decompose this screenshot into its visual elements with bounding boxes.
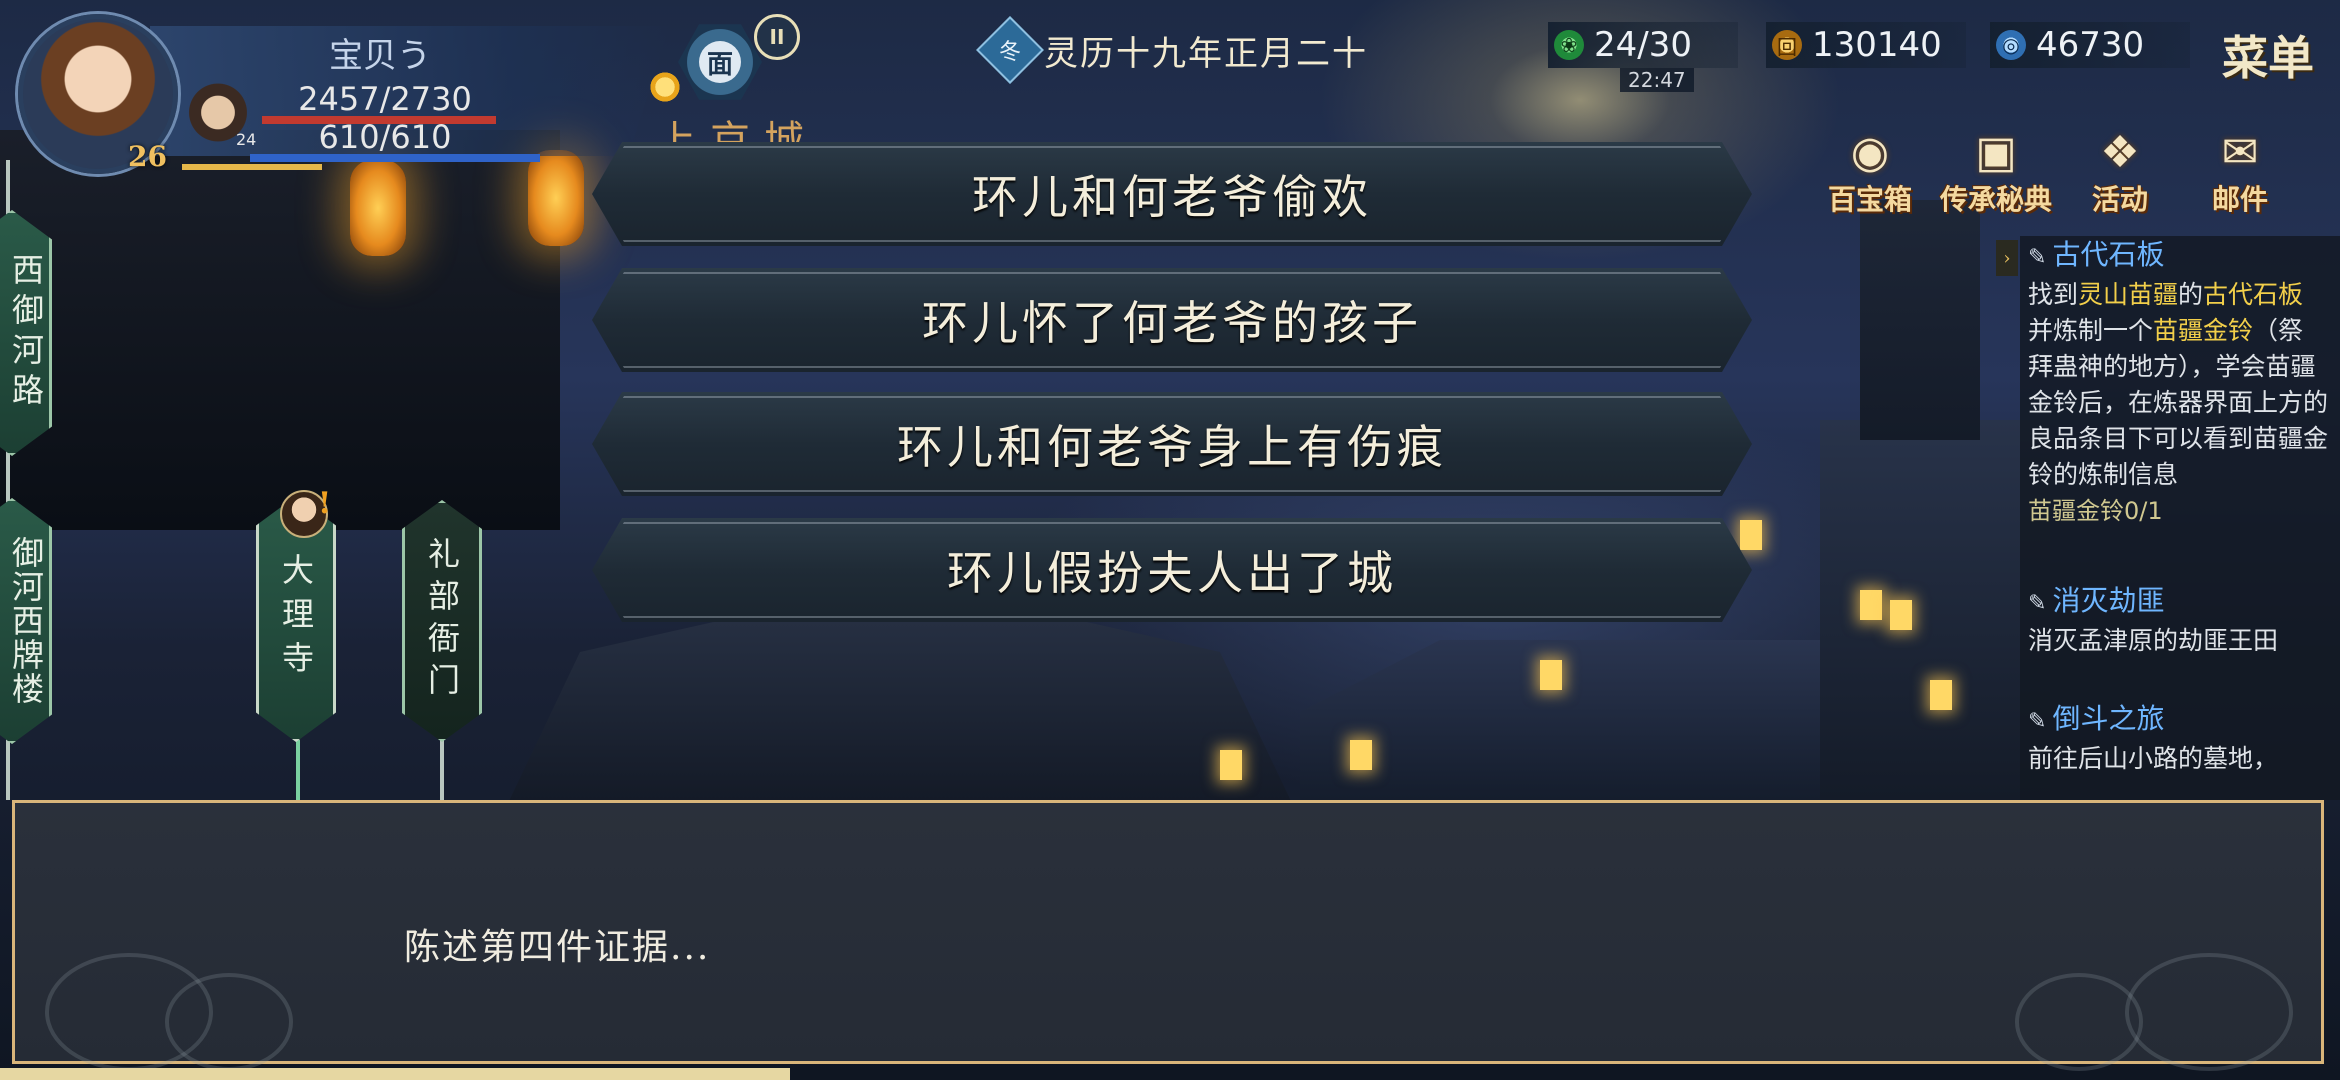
spirit-counter[interactable]: ◎ 46730 xyxy=(1990,22,2190,68)
mail-button[interactable]: ✉ 邮件 xyxy=(2180,120,2300,220)
treasure-box-icon: ◉ xyxy=(1850,126,1890,178)
chevron-right-icon: › xyxy=(2003,247,2011,269)
choice-option-1[interactable]: 环儿和何老爷偷欢 xyxy=(592,142,1752,246)
quest-description: 消灭孟津原的劫匪王田 xyxy=(2028,626,2279,655)
cloud-ornament xyxy=(2015,973,2143,1071)
dialogue-box[interactable] xyxy=(12,800,2324,1071)
quest-description: 找到灵山苗疆的古代石板并炼制一个苗疆金铃（祭拜蛊神的地方），学会苗疆金铃后，在炼… xyxy=(2028,280,2329,489)
treasure-box-button[interactable]: ◉ 百宝箱 xyxy=(1810,120,1930,220)
game-screen: 26 24 宝贝う 2457/2730 610/610 面 II 上京城 冬 灵… xyxy=(0,0,2340,1080)
exp-bar xyxy=(182,164,322,170)
quest-title: 倒斗之旅 xyxy=(2052,702,2165,735)
quest-description: 前往后山小路的墓地， xyxy=(2028,744,2279,773)
player-level: 26 xyxy=(128,140,167,173)
pause-button[interactable]: II xyxy=(754,14,800,60)
coin-icon: 回 xyxy=(1772,30,1802,60)
quest-progress: 苗疆金铃0/1 xyxy=(2028,497,2163,525)
gift-icon: ❖ xyxy=(2100,126,2140,178)
choice-option-2[interactable]: 环儿怀了何老爷的孩子 xyxy=(592,268,1752,372)
quest-tracker: ✎ 古代石板 找到灵山苗疆的古代石板并炼制一个苗疆金铃（祭拜蛊神的地方），学会苗疆… xyxy=(2020,236,2340,800)
choice-option-3[interactable]: 环儿和何老爷身上有伤痕 xyxy=(592,392,1752,496)
signpost-label: 礼部衙门 xyxy=(423,537,461,705)
mp-text: 610/610 xyxy=(318,118,452,156)
companion-level: 24 xyxy=(236,130,257,149)
season-label: 冬 xyxy=(998,39,1022,65)
choice-text: 环儿假扮夫人出了城 xyxy=(947,546,1397,600)
choice-text: 环儿怀了何老爷的孩子 xyxy=(922,296,1422,350)
quest-item[interactable]: ✎ 倒斗之旅 前往后山小路的墓地， xyxy=(2028,700,2328,777)
signpost-label: 御河西牌楼 xyxy=(7,536,45,706)
quest-feather-icon: ✎ xyxy=(2028,709,2047,734)
clock-time: 22:47 xyxy=(1620,68,1694,92)
mp-bar xyxy=(250,154,540,162)
signpost-pole xyxy=(440,740,444,800)
menu-button[interactable]: 菜单 xyxy=(2222,22,2314,88)
scroll-book-button[interactable]: ▣ 传承秘典 xyxy=(1936,120,2056,220)
quest-feather-icon: ✎ xyxy=(2028,245,2047,270)
stamina-value: 24/30 xyxy=(1594,25,1692,65)
calendar-date: 灵历十九年正月二十 xyxy=(1044,34,1368,74)
choice-option-4[interactable]: 环儿假扮夫人出了城 xyxy=(592,518,1752,622)
signpost-libu-yamen[interactable]: 礼部衙门 xyxy=(402,500,482,742)
quest-title: 古代石板 xyxy=(2052,238,2165,271)
sun-icon xyxy=(648,70,682,104)
rank-badge-label: 面 xyxy=(699,41,741,83)
progress-strip xyxy=(0,1068,790,1080)
treasure-box-label: 百宝箱 xyxy=(1827,183,1912,216)
spirit-icon: ◎ xyxy=(1996,30,2026,60)
quest-title: 消灭劫匪 xyxy=(2052,584,2165,617)
dialogue-text: 陈述第四件证据... xyxy=(404,927,711,968)
quest-item[interactable]: ✎ 古代石板 找到灵山苗疆的古代石板并炼制一个苗疆金铃（祭拜蛊神的地方），学会苗疆… xyxy=(2028,236,2328,529)
quest-feather-icon: ✎ xyxy=(2028,591,2047,616)
scroll-book-icon: ▣ xyxy=(1975,126,2017,178)
choice-text: 环儿和何老爷偷欢 xyxy=(972,170,1372,224)
signpost-xiyuhe-road[interactable]: 西御河路 xyxy=(0,210,52,456)
quest-item[interactable]: ✎ 消灭劫匪 消灭孟津原的劫匪王田 xyxy=(2028,582,2328,659)
cloud-ornament xyxy=(2125,953,2293,1071)
events-button[interactable]: ❖ 活动 xyxy=(2060,120,2180,220)
mail-label: 邮件 xyxy=(2211,183,2268,216)
mail-icon: ✉ xyxy=(2221,126,2259,178)
hp-text: 2457/2730 xyxy=(298,80,472,118)
signpost-pole xyxy=(296,740,300,800)
quest-collapse-button[interactable]: › xyxy=(1996,240,2018,276)
pause-icon: II xyxy=(769,25,785,49)
cloud-ornament xyxy=(165,973,293,1071)
coin-counter[interactable]: 回 130140 xyxy=(1766,22,1966,68)
coin-value: 130140 xyxy=(1812,25,1942,65)
stamina-counter[interactable]: ❀ 24/30 xyxy=(1548,22,1738,68)
signpost-label: 西御河路 xyxy=(7,253,45,413)
events-label: 活动 xyxy=(2091,183,2148,216)
signpost-label: 大理寺 xyxy=(277,553,315,685)
player-name: 宝贝う xyxy=(329,36,431,76)
scroll-book-label: 传承秘典 xyxy=(1939,183,2052,216)
choice-text: 环儿和何老爷身上有伤痕 xyxy=(897,420,1447,474)
alert-icon: ! xyxy=(318,486,332,521)
spirit-value: 46730 xyxy=(2036,25,2145,65)
stamina-icon: ❀ xyxy=(1554,30,1584,60)
signpost-yuhe-west-archway[interactable]: 御河西牌楼 xyxy=(0,498,52,744)
